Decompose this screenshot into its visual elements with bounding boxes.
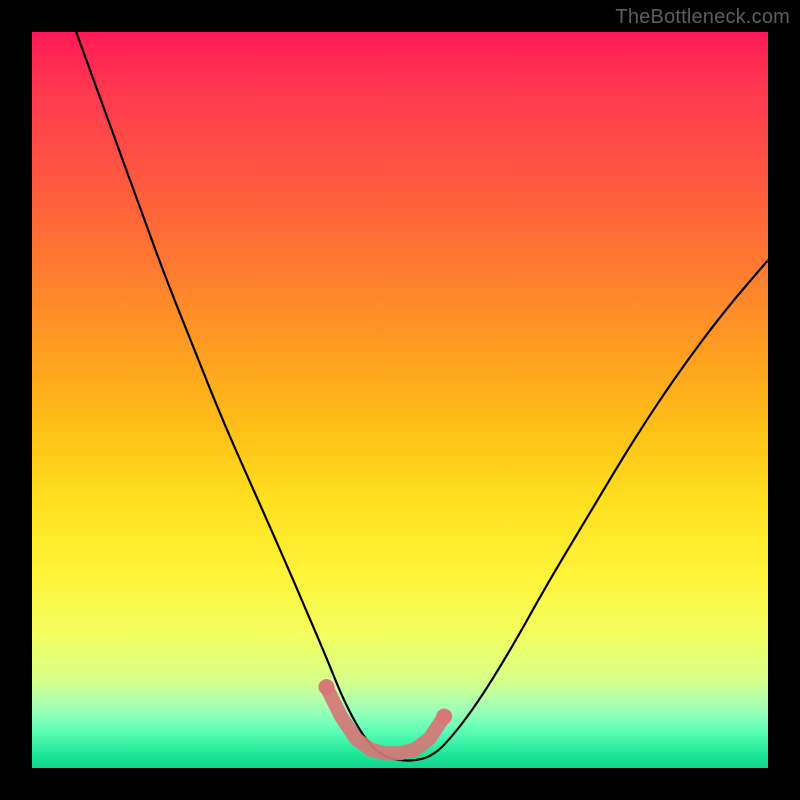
chart-frame: TheBottleneck.com [0,0,800,800]
bottom-band-dot [436,709,452,725]
bottom-band-dot [318,679,334,695]
curve-layer [32,32,768,768]
bottleneck-curve [76,32,768,761]
watermark-text: TheBottleneck.com [615,6,790,29]
plot-area [32,32,768,768]
bottom-band-line [326,687,444,753]
